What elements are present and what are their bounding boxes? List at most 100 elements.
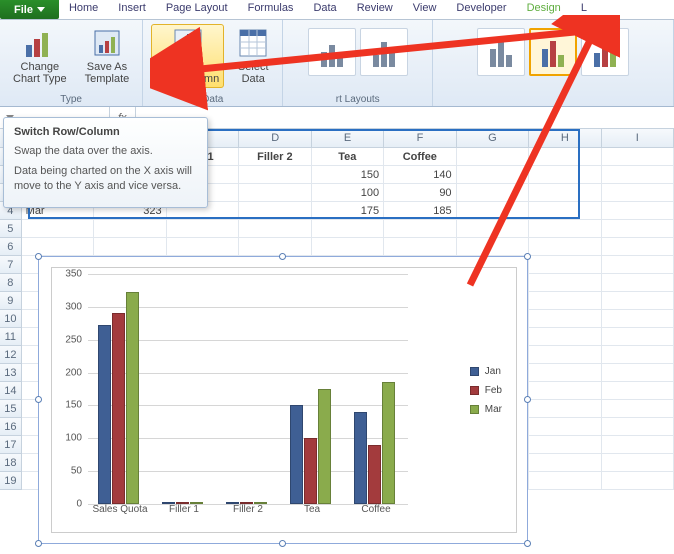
layout-preset-2[interactable] [360, 28, 408, 76]
cell[interactable]: 185 [384, 202, 456, 220]
row-header[interactable]: 9 [0, 292, 22, 310]
cell[interactable] [602, 202, 674, 220]
row-header[interactable]: 17 [0, 436, 22, 454]
row-header[interactable]: 13 [0, 364, 22, 382]
embedded-chart[interactable]: 050100150200250300350 Sales QuotaFiller … [38, 256, 528, 544]
row-header[interactable]: 6 [0, 238, 22, 256]
tab-design[interactable]: Design [517, 0, 571, 19]
row-header[interactable]: 12 [0, 346, 22, 364]
cell[interactable] [312, 238, 384, 256]
cell[interactable] [239, 184, 311, 202]
tab-home[interactable]: Home [59, 0, 108, 19]
cell[interactable] [239, 238, 311, 256]
cell[interactable] [602, 472, 674, 490]
cell[interactable] [602, 256, 674, 274]
tab-insert[interactable]: Insert [108, 0, 156, 19]
tab-page-layout[interactable]: Page Layout [156, 0, 238, 19]
cell[interactable]: Filler 2 [239, 148, 311, 166]
col-header-f[interactable]: F [384, 129, 456, 147]
cell[interactable]: Tea [312, 148, 384, 166]
row-header[interactable]: 11 [0, 328, 22, 346]
cell[interactable] [529, 184, 601, 202]
cell[interactable] [529, 256, 601, 274]
col-header-d[interactable]: D [239, 129, 311, 147]
cell[interactable] [22, 220, 94, 238]
cell[interactable] [602, 436, 674, 454]
row-header[interactable]: 5 [0, 220, 22, 238]
chart-plot-area[interactable]: 050100150200250300350 Sales QuotaFiller … [51, 267, 517, 533]
row-header[interactable]: 7 [0, 256, 22, 274]
cell[interactable]: 90 [384, 184, 456, 202]
col-header-e[interactable]: E [312, 129, 384, 147]
tab-formulas[interactable]: Formulas [238, 0, 304, 19]
row-header[interactable]: 10 [0, 310, 22, 328]
cell[interactable] [529, 454, 601, 472]
tab-review[interactable]: Review [347, 0, 403, 19]
cell[interactable]: 175 [312, 202, 384, 220]
cell[interactable] [167, 220, 239, 238]
cell[interactable] [529, 202, 601, 220]
cell[interactable] [602, 328, 674, 346]
select-data-button[interactable]: Select Data [232, 24, 274, 88]
row-header[interactable]: 16 [0, 418, 22, 436]
cell[interactable] [602, 418, 674, 436]
style-preset-1[interactable] [477, 28, 525, 76]
cell[interactable] [602, 166, 674, 184]
row-header[interactable]: 14 [0, 382, 22, 400]
cell[interactable] [529, 436, 601, 454]
cell[interactable] [602, 220, 674, 238]
tab-truncated[interactable]: L [571, 0, 597, 19]
cell[interactable] [602, 148, 674, 166]
cell[interactable] [529, 166, 601, 184]
cell[interactable] [602, 292, 674, 310]
cell[interactable] [384, 238, 456, 256]
cell[interactable] [167, 238, 239, 256]
tab-file[interactable]: File [0, 0, 59, 19]
row-header[interactable]: 8 [0, 274, 22, 292]
cell[interactable] [457, 184, 529, 202]
cell[interactable] [529, 292, 601, 310]
cell[interactable] [529, 418, 601, 436]
cell[interactable] [529, 220, 601, 238]
save-as-template-button[interactable]: Save As Template [80, 24, 135, 88]
resize-handle[interactable] [35, 396, 42, 403]
cell[interactable] [529, 364, 601, 382]
cell[interactable] [94, 238, 166, 256]
cell[interactable] [94, 220, 166, 238]
cell[interactable] [529, 472, 601, 490]
style-preset-3[interactable] [581, 28, 629, 76]
switch-row-column-button[interactable]: Switch Row/Column [151, 24, 224, 88]
cell[interactable] [239, 202, 311, 220]
cell[interactable]: 100 [312, 184, 384, 202]
cell[interactable] [602, 274, 674, 292]
resize-handle[interactable] [35, 253, 42, 260]
cell[interactable] [312, 220, 384, 238]
cell[interactable] [457, 148, 529, 166]
tab-developer[interactable]: Developer [446, 0, 516, 19]
col-header-i[interactable]: I [602, 129, 674, 147]
cell[interactable] [602, 184, 674, 202]
style-preset-2[interactable] [529, 28, 577, 76]
resize-handle[interactable] [524, 540, 531, 547]
cell[interactable] [529, 346, 601, 364]
cell[interactable] [457, 202, 529, 220]
resize-handle[interactable] [279, 540, 286, 547]
cell[interactable] [529, 274, 601, 292]
cell[interactable] [239, 166, 311, 184]
row-header[interactable]: 19 [0, 472, 22, 490]
col-header-g[interactable]: G [457, 129, 529, 147]
cell[interactable] [457, 220, 529, 238]
resize-handle[interactable] [35, 540, 42, 547]
cell[interactable] [529, 400, 601, 418]
cell[interactable]: Coffee [384, 148, 456, 166]
change-chart-type-button[interactable]: Change Chart Type [8, 24, 72, 88]
cell[interactable] [529, 148, 601, 166]
row-header[interactable]: 15 [0, 400, 22, 418]
cell[interactable] [239, 220, 311, 238]
cell[interactable] [529, 238, 601, 256]
cell[interactable] [602, 400, 674, 418]
cell[interactable] [602, 382, 674, 400]
cell[interactable] [602, 346, 674, 364]
cell[interactable] [602, 310, 674, 328]
col-header-h[interactable]: H [529, 129, 601, 147]
